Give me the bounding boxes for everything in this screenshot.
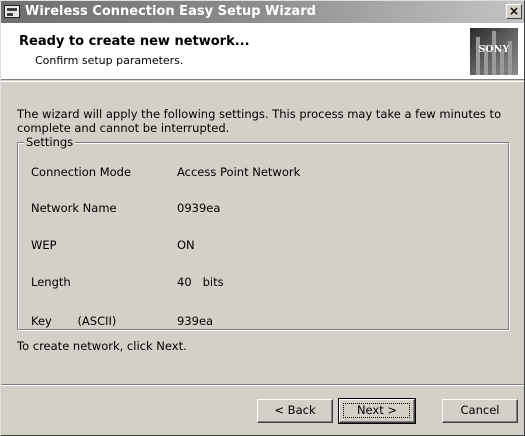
page-title: Ready to create new network... <box>19 34 250 49</box>
wizard-app-icon <box>4 5 20 18</box>
page-subtitle: Confirm setup parameters. <box>35 54 184 67</box>
setting-label: WEP <box>31 238 57 252</box>
cancel-button[interactable]: Cancel <box>442 399 518 423</box>
setting-label: Network Name <box>31 201 117 215</box>
title-bar[interactable]: Wireless Connection Easy Setup Wizard × <box>1 1 524 23</box>
wizard-header: Ready to create new network... Confirm s… <box>1 23 524 80</box>
wizard-window: Wireless Connection Easy Setup Wizard × … <box>0 0 525 436</box>
sony-logo: SONY <box>470 28 518 75</box>
setting-value: 939ea <box>177 314 214 328</box>
footer-note: To create network, click Next. <box>17 339 187 353</box>
settings-group-label: Settings <box>24 135 76 149</box>
close-button[interactable]: × <box>506 4 522 19</box>
intro-text: The wizard will apply the following sett… <box>17 107 502 135</box>
window-title: Wireless Connection Easy Setup Wizard <box>25 4 316 19</box>
back-button[interactable]: < Back <box>257 399 333 423</box>
setting-label: Connection Mode <box>31 165 132 179</box>
setting-value: 40 bits <box>177 275 224 289</box>
logo-text: SONY <box>478 45 510 55</box>
back-button-label: < Back <box>274 403 316 417</box>
next-button[interactable]: Next > <box>338 398 416 424</box>
setting-value: 0939ea <box>177 201 221 215</box>
close-icon: × <box>508 4 520 18</box>
setting-label: Key (ASCII) <box>31 314 117 328</box>
cancel-button-label: Cancel <box>460 403 500 417</box>
setting-value: Access Point Network <box>177 165 301 179</box>
setting-label: Length <box>31 275 71 289</box>
setting-value: ON <box>177 238 195 252</box>
next-button-label: Next > <box>356 403 398 417</box>
